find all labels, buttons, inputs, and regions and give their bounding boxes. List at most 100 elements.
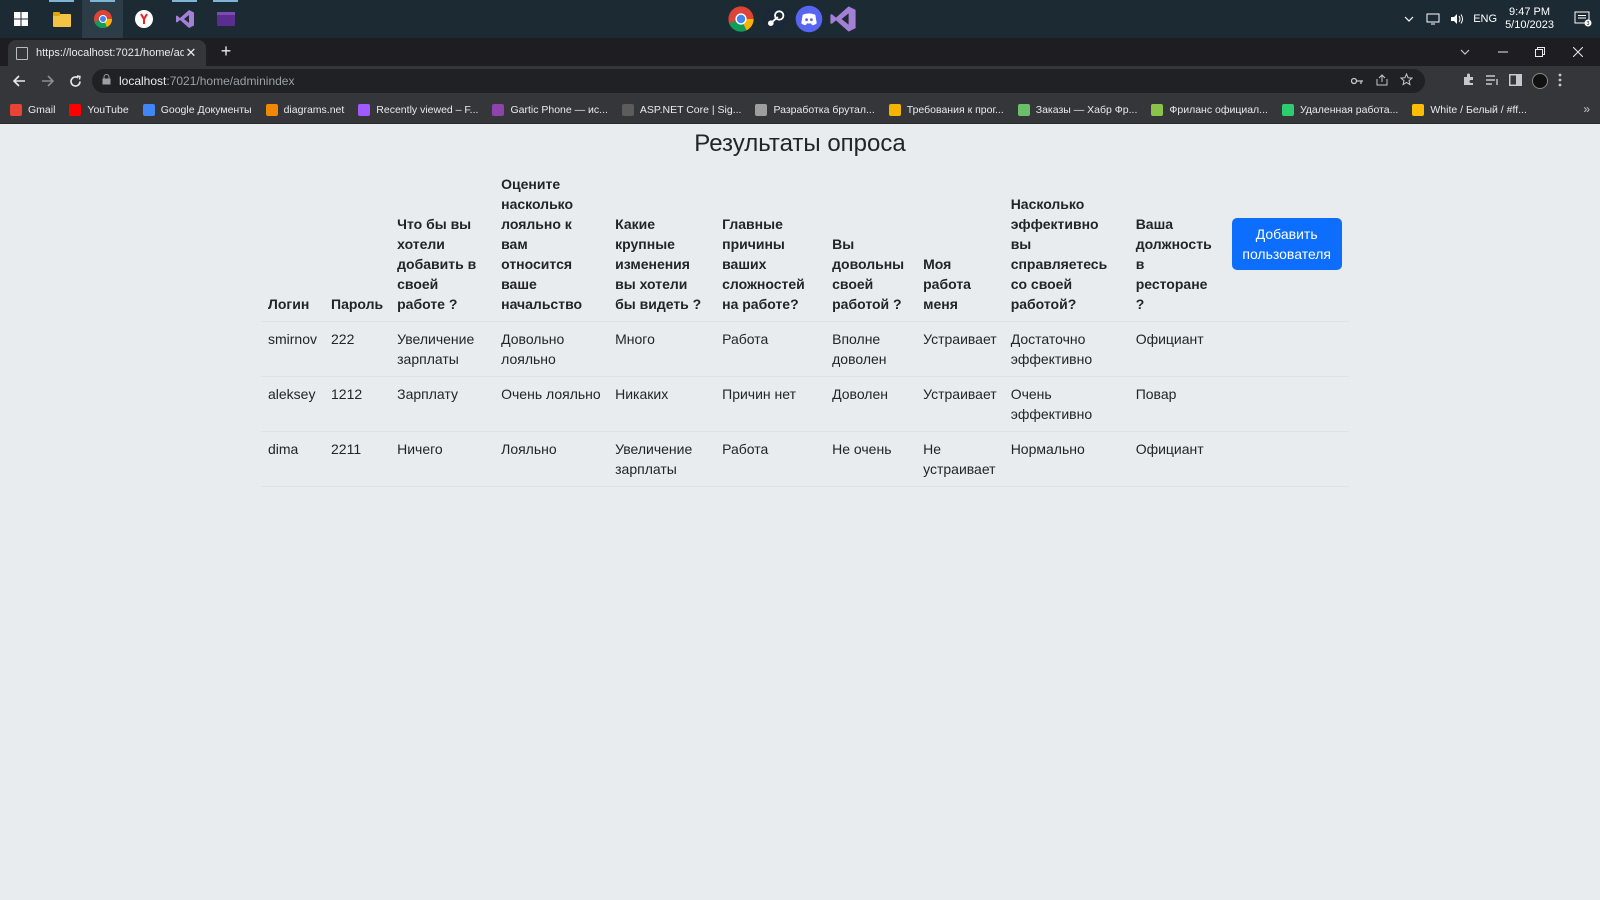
survey-results-table: Логин Пароль Что бы вы хотели добавить в… xyxy=(261,167,1349,487)
table-cell: Очень лояльно xyxy=(494,376,609,432)
reading-list-icon[interactable] xyxy=(1485,74,1499,89)
chrome-icon[interactable] xyxy=(726,4,756,34)
bookmark-item[interactable]: Требования к прог... xyxy=(888,103,1004,116)
add-user-button[interactable]: Добавить пользователя xyxy=(1231,218,1342,270)
table-body: smirnov 222 Увеличение зарплаты Довольно ло… xyxy=(261,321,1349,487)
omnibox-actions xyxy=(1350,69,1425,93)
taskbar-apps xyxy=(726,0,858,38)
bookmark-favicon-icon xyxy=(69,103,82,116)
bookmark-favicon-icon xyxy=(358,103,371,116)
bookmark-item[interactable]: Заказы — Хабр Фр... xyxy=(1017,103,1138,116)
language-indicator[interactable]: ENG xyxy=(1473,13,1497,25)
table-cell: Достаточно эффективно xyxy=(1003,321,1129,377)
column-header-position: Ваша должность в ресторане ? xyxy=(1128,167,1225,322)
back-arrow-icon[interactable] xyxy=(6,68,32,94)
bookmark-item[interactable]: Gmail xyxy=(10,103,56,116)
table-cell: Доволен xyxy=(825,376,917,432)
windows-taskbar: ENG 9:47 PM 5/10/2023 3 xyxy=(0,0,1600,38)
column-header-management-loyalty: Оцените насколько лояльно к вам относитс… xyxy=(494,167,609,322)
system-tray: ENG 9:47 PM 5/10/2023 3 xyxy=(1397,0,1600,38)
visual-studio-icon[interactable] xyxy=(164,0,205,38)
table-cell: Вполне доволен xyxy=(825,321,917,377)
close-tab-icon[interactable]: ✕ xyxy=(184,45,198,61)
tab-search-icon[interactable] xyxy=(1460,38,1470,66)
yandex-browser-icon[interactable] xyxy=(123,0,164,38)
bookmark-label: Gmail xyxy=(28,103,56,116)
menu-dots-icon[interactable] xyxy=(1558,73,1562,90)
clock[interactable]: 9:47 PM 5/10/2023 xyxy=(1505,6,1554,32)
table-row: dima 2211 Ничего Лояльно Увеличение зарплаты… xyxy=(261,431,1349,487)
address-bar[interactable]: localhost :7021/home/adminindex xyxy=(92,69,1425,93)
key-icon[interactable] xyxy=(1350,74,1364,88)
bookmark-favicon-icon xyxy=(492,103,505,116)
bookmark-item[interactable]: ASP.NET Core | Sig... xyxy=(621,103,742,116)
close-window-icon[interactable] xyxy=(1573,38,1583,66)
column-header-my-work: Моя работа меня xyxy=(916,167,1004,322)
table-cell: Ничего xyxy=(390,431,495,487)
visual-studio-icon[interactable] xyxy=(828,4,858,34)
column-header-password: Пароль xyxy=(324,167,391,322)
volume-icon[interactable] xyxy=(1447,9,1467,29)
column-header-difficulty-reasons: Главные причины ваших сложностей на рабо… xyxy=(715,167,826,322)
bookmark-item[interactable]: White / Белый / #ff... xyxy=(1412,103,1527,116)
bookmark-label: Заказы — Хабр Фр... xyxy=(1035,103,1138,116)
star-icon[interactable] xyxy=(1399,72,1414,89)
browser-tab[interactable]: https://localhost:7021/home/adminindex ✕ xyxy=(8,40,206,66)
extensions-icon[interactable] xyxy=(1462,73,1475,89)
bookmark-label: Удаленная работа... xyxy=(1299,103,1399,116)
bookmark-label: Recently viewed – F... xyxy=(376,103,479,116)
table-cell: Устраивает xyxy=(916,376,1004,432)
minimize-icon[interactable] xyxy=(1498,38,1508,66)
bookmark-favicon-icon xyxy=(142,103,155,116)
network-icon[interactable] xyxy=(1423,9,1443,29)
table-cell-actions xyxy=(1224,431,1349,487)
side-panel-icon[interactable] xyxy=(1509,73,1522,89)
restore-icon[interactable] xyxy=(1535,38,1545,66)
steam-icon[interactable] xyxy=(760,4,790,34)
discord-icon[interactable] xyxy=(794,4,824,34)
column-header-big-changes: Какие крупные изменения вы хотели бы вид… xyxy=(608,167,716,322)
lock-icon[interactable] xyxy=(102,74,111,88)
bookmark-label: Разработка брутал... xyxy=(773,103,875,116)
profile-avatar[interactable] xyxy=(1532,73,1548,89)
bookmark-item[interactable]: YouTube xyxy=(69,103,129,116)
forward-arrow-icon[interactable] xyxy=(34,68,60,94)
bookmark-item[interactable]: Удаленная работа... xyxy=(1281,103,1399,116)
page-content: Результаты опроса Логин Пароль Что бы вы… xyxy=(0,124,1600,900)
chevron-up-icon[interactable] xyxy=(1399,9,1419,29)
table-cell: Увеличение зарплаты xyxy=(608,431,716,487)
reload-icon[interactable] xyxy=(62,68,88,94)
bookmark-item[interactable]: Разработка брутал... xyxy=(755,103,875,116)
table-cell: Зарплату xyxy=(390,376,495,432)
bookmark-item[interactable]: Gartic Phone — ис... xyxy=(492,103,608,116)
table-cell: Повар xyxy=(1128,376,1225,432)
table-cell: Причин нет xyxy=(715,376,826,432)
chrome-icon[interactable] xyxy=(82,0,123,38)
table-cell: Увеличение зарплаты xyxy=(390,321,495,377)
bookmark-favicon-icon xyxy=(1151,103,1164,116)
start-icon[interactable] xyxy=(0,0,41,38)
bookmark-item[interactable]: Recently viewed – F... xyxy=(358,103,479,116)
file-explorer-icon[interactable] xyxy=(41,0,82,38)
bookmark-label: Требования к прог... xyxy=(906,103,1004,116)
bookmark-favicon-icon xyxy=(621,103,634,116)
browser-tabstrip: https://localhost:7021/home/adminindex ✕ xyxy=(0,38,1600,66)
table-cell: Много xyxy=(608,321,716,377)
table-cell: Официант xyxy=(1128,431,1225,487)
bookmark-label: ASP.NET Core | Sig... xyxy=(639,103,742,116)
bookmark-item[interactable]: Фриланс официал... xyxy=(1151,103,1268,116)
column-header-want-to-add: Что бы вы хотели добавить в своей работе… xyxy=(390,167,495,322)
bookmark-favicon-icon xyxy=(1281,103,1294,116)
more-bookmarks-icon[interactable]: » xyxy=(1583,102,1590,116)
bookmark-item[interactable]: Google Документы xyxy=(142,103,252,116)
share-icon[interactable] xyxy=(1376,73,1388,89)
bookmark-item[interactable]: diagrams.net xyxy=(265,103,344,116)
bookmark-favicon-icon xyxy=(265,103,278,116)
new-tab-button[interactable]: + xyxy=(216,40,236,64)
bookmark-label: Фриланс официал... xyxy=(1169,103,1268,116)
notification-center-icon[interactable]: 3 xyxy=(1566,0,1600,38)
terminal-app-icon[interactable] xyxy=(205,0,246,38)
table-cell: Нормально xyxy=(1003,431,1129,487)
table-cell: Официант xyxy=(1128,321,1225,377)
column-header-login: Логин xyxy=(261,167,325,322)
